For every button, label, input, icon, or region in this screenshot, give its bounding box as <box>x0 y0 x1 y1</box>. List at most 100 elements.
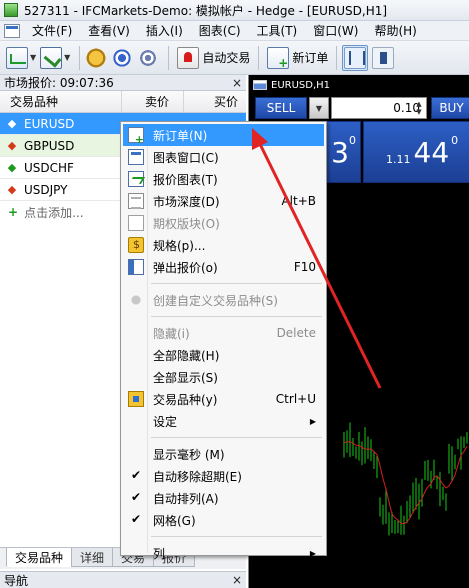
chart-caption-label: EURUSD,H1 <box>271 79 331 91</box>
plus-icon: + <box>8 205 19 219</box>
new-chart-button[interactable]: ▼ <box>6 45 36 71</box>
options-icon <box>128 215 144 231</box>
menu-item-symbols[interactable]: 交易品种(y) Ctrl+U <box>123 388 324 410</box>
bar-chart-button[interactable] <box>342 44 369 71</box>
menu-item-chart-window[interactable]: 图表窗口(C) <box>123 146 324 168</box>
price-up-icon: ◆ <box>7 161 17 174</box>
bar-chart-icon <box>344 46 367 69</box>
toolbar-separator <box>79 45 81 70</box>
new-order-icon <box>128 127 144 146</box>
specification-icon <box>128 237 144 253</box>
menu-item-specification[interactable]: 规格(p)... <box>123 234 324 256</box>
market-depth-icon <box>128 193 144 209</box>
column-header-bid[interactable]: 卖价 <box>122 91 184 112</box>
menu-charts[interactable]: 图表(C) <box>191 22 249 39</box>
create-symbol-icon <box>128 292 144 308</box>
mdi-window-icon[interactable] <box>4 23 20 38</box>
tab-symbols[interactable]: 交易品种 <box>6 548 73 567</box>
tab-details[interactable]: 详细 <box>71 548 114 567</box>
menu-item-sets[interactable]: 设定 ▶ <box>123 410 324 432</box>
lot-spinner-icon[interactable]: ▲ ▼ <box>414 100 424 116</box>
close-icon[interactable]: × <box>232 573 242 587</box>
menu-item-label: 创建自定义交易品种(S) <box>153 293 278 308</box>
sell-button[interactable]: SELL <box>255 97 307 119</box>
app-icon <box>4 3 18 17</box>
menu-item-grid[interactable]: ✔ 网格(G) <box>123 509 324 531</box>
menu-item-shortcut: F10 <box>293 260 316 274</box>
toolbar-separator <box>258 45 260 70</box>
symbol-name: EURUSD <box>24 116 75 131</box>
menu-item-label: 报价图表(T) <box>153 172 218 187</box>
navigator-button[interactable] <box>111 45 134 71</box>
menu-item-label: 图表窗口(C) <box>153 150 219 165</box>
title-bar: 527311 - IFCMarkets-Demo: 模拟帐户 - Hedge -… <box>0 0 469 21</box>
checkmark-icon: ✔ <box>131 512 142 526</box>
autotrading-label: 自动交易 <box>202 51 251 65</box>
menu-item-label: 设定 <box>153 414 178 429</box>
new-order-icon <box>267 46 290 70</box>
menu-insert[interactable]: 插入(I) <box>138 22 191 39</box>
menu-item-label: 市场深度(D) <box>153 194 220 209</box>
new-order-button[interactable]: 新订单 <box>264 45 331 71</box>
column-header-symbol[interactable]: 交易品种 <box>0 91 122 112</box>
menu-item-label: 新订单(N) <box>153 128 208 143</box>
ask-big-digits: 44 <box>413 135 450 169</box>
menu-item-show-all[interactable]: 全部显示(S) <box>123 366 324 388</box>
bid-big-digits: 3 <box>331 135 349 169</box>
menu-item-hide: 隐藏(i) Delete <box>123 322 324 344</box>
menu-file[interactable]: 文件(F) <box>24 22 80 39</box>
autotrading-button[interactable]: 自动交易 <box>174 45 253 71</box>
navigator-title: 导航 <box>4 573 29 588</box>
price-down-icon: ◆ <box>7 139 17 152</box>
chart-caption: EURUSD,H1 <box>249 75 469 95</box>
menu-item-columns[interactable]: 列 ▶ <box>123 542 324 564</box>
menu-item-new-order[interactable]: 新订单(N) <box>123 124 324 146</box>
submenu-arrow-icon: ▶ <box>309 416 316 426</box>
signals-button[interactable] <box>137 45 160 71</box>
menu-tools[interactable]: 工具(T) <box>249 22 306 39</box>
menu-item-create-symbol: 创建自定义交易品种(S) <box>123 289 324 311</box>
menu-item-options: 期权版块(O) <box>123 212 324 234</box>
price-down-icon: ◆ <box>7 183 17 196</box>
menu-item-auto-arrange[interactable]: ✔ 自动排列(A) <box>123 487 324 509</box>
menu-item-label: 列 <box>153 546 166 561</box>
menu-item-tick-chart[interactable]: 报价图表(T) <box>123 168 324 190</box>
chevron-down-icon[interactable]: ▼ <box>64 53 70 62</box>
menu-item-label: 全部隐藏(H) <box>153 348 220 363</box>
add-symbol-label: 点击添加... <box>24 205 84 220</box>
symbols-icon <box>128 391 144 407</box>
market-watch-title: 市场报价: 09:07:36 <box>4 76 114 90</box>
menu-item-label: 隐藏(i) <box>153 326 190 341</box>
menu-separator <box>151 437 322 438</box>
chevron-down-icon[interactable]: ▼ <box>309 97 329 119</box>
menu-item-show-milliseconds[interactable]: 显示毫秒 (M) <box>123 443 324 465</box>
ask-price-box[interactable]: 1.11 44 0 <box>363 121 469 183</box>
submenu-arrow-icon: ▶ <box>309 548 316 558</box>
new-order-label: 新订单 <box>292 51 329 65</box>
menu-view[interactable]: 查看(V) <box>80 22 138 39</box>
lot-size-input[interactable]: 0.10 <box>331 97 427 119</box>
expert-button[interactable] <box>85 45 108 71</box>
ask-prefix: 1.11 <box>386 152 411 166</box>
price-up-icon: ◆ <box>7 117 17 130</box>
buy-button[interactable]: BUY <box>431 97 469 119</box>
close-icon[interactable]: × <box>232 76 242 90</box>
candlestick-button[interactable] <box>372 45 395 71</box>
menu-help[interactable]: 帮助(H) <box>366 22 424 39</box>
profiles-button[interactable]: ▼ <box>40 45 70 71</box>
menu-item-popup-prices[interactable]: 弹出报价(o) F10 <box>123 256 324 278</box>
menu-item-label: 交易品种(y) <box>153 392 218 407</box>
menu-window[interactable]: 窗口(W) <box>305 22 366 39</box>
menu-item-market-depth[interactable]: 市场深度(D) Alt+B <box>123 190 324 212</box>
bid-pipette: 0 <box>349 134 356 147</box>
menu-separator <box>151 283 322 284</box>
column-header-ask[interactable]: 买价 <box>184 91 246 112</box>
menu-item-hide-all[interactable]: 全部隐藏(H) <box>123 344 324 366</box>
signals-icon <box>137 46 160 69</box>
menu-separator <box>151 316 322 317</box>
menu-bar: 文件(F) 查看(V) 插入(I) 图表(C) 工具(T) 窗口(W) 帮助(H… <box>0 21 469 41</box>
menu-item-auto-remove-expired[interactable]: ✔ 自动移除超期(E) <box>123 465 324 487</box>
chevron-down-icon[interactable]: ▼ <box>30 53 36 62</box>
terminal-window: 527311 - IFCMarkets-Demo: 模拟帐户 - Hedge -… <box>0 0 469 588</box>
menu-item-label: 显示毫秒 (M) <box>153 447 225 462</box>
